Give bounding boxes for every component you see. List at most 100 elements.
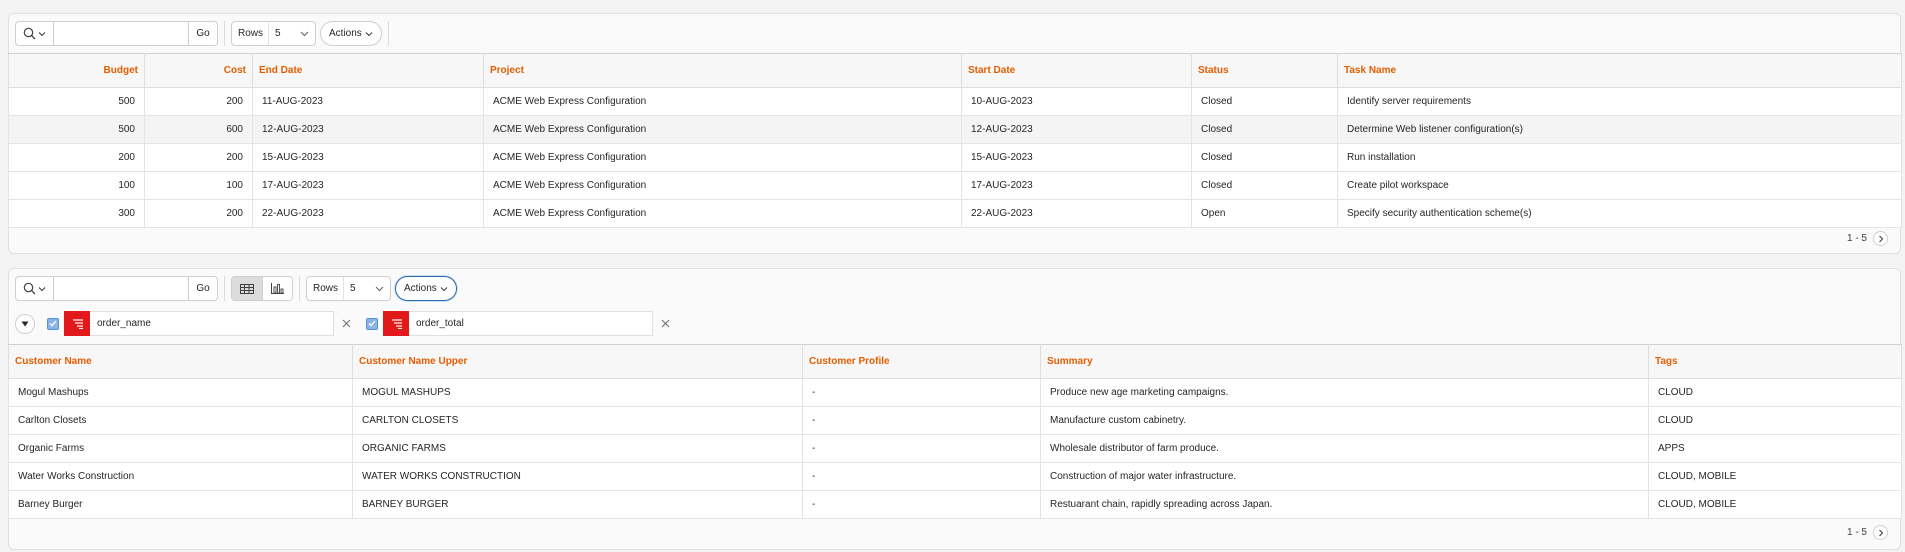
filter-badge <box>64 311 90 336</box>
tasks-report-region: Go Rows 5 Actions Budget Cost End Date P… <box>8 13 1902 254</box>
search-input[interactable] <box>53 276 189 301</box>
rows-select[interactable]: 5 <box>268 22 315 45</box>
column-header-customer-name[interactable]: Customer Name <box>8 344 353 379</box>
table-row: 500 200 11-AUG-2023 ACME Web Express Con… <box>8 87 1902 116</box>
grid-view-button[interactable] <box>232 277 262 300</box>
table-row: Barney Burger BARNEY BURGER - Restuarant… <box>8 490 1902 519</box>
cell-cost: 600 <box>144 115 253 144</box>
next-page-button[interactable] <box>1873 525 1888 540</box>
go-button[interactable]: Go <box>189 276 218 301</box>
chevron-down-icon <box>365 31 373 36</box>
cell-project: ACME Web Express Configuration <box>483 143 962 172</box>
column-header-customer-name-upper[interactable]: Customer Name Upper <box>352 344 803 379</box>
chevron-down-icon <box>38 31 46 36</box>
cell-end-date: 12-AUG-2023 <box>252 115 484 144</box>
chevron-down-icon <box>375 286 384 291</box>
cell-end-date: 15-AUG-2023 <box>252 143 484 172</box>
cell-customer-name: Organic Farms <box>8 434 353 463</box>
cell-customer-name: Barney Burger <box>8 490 353 519</box>
filter-enable-checkbox[interactable] <box>366 317 378 330</box>
column-header-end-date[interactable]: End Date <box>252 53 484 88</box>
column-header-start-date[interactable]: Start Date <box>961 53 1192 88</box>
cell-customer-name-upper: ORGANIC FARMS <box>352 434 803 463</box>
chevron-right-icon <box>1878 529 1883 536</box>
column-header-task-name[interactable]: Task Name <box>1337 53 1902 88</box>
column-header-summary[interactable]: Summary <box>1040 344 1649 379</box>
cell-budget: 500 <box>8 115 145 144</box>
cell-start-date: 12-AUG-2023 <box>961 115 1192 144</box>
column-header-project[interactable]: Project <box>483 53 962 88</box>
actions-menu-button[interactable]: Actions <box>320 21 382 46</box>
cell-task-name: Create pilot workspace <box>1337 171 1902 200</box>
column-header-status[interactable]: Status <box>1191 53 1338 88</box>
chevron-right-icon <box>1878 235 1883 242</box>
cell-tags: CLOUD, MOBILE <box>1648 490 1902 519</box>
cell-customer-profile: - <box>802 434 1041 463</box>
cell-project: ACME Web Express Configuration <box>483 199 962 228</box>
cell-project: ACME Web Express Configuration <box>483 171 962 200</box>
table-row: Water Works Construction WATER WORKS CON… <box>8 462 1902 491</box>
chart-view-button[interactable] <box>262 277 292 300</box>
cell-status: Open <box>1191 199 1338 228</box>
search-icon <box>23 27 36 40</box>
cell-tags: CLOUD, MOBILE <box>1648 462 1902 491</box>
cell-summary: Produce new age marketing campaigns. <box>1040 378 1649 407</box>
remove-filter-button[interactable] <box>338 316 354 332</box>
pagination-range: 1 - 5 <box>1846 527 1867 538</box>
filter-label[interactable]: order_total <box>409 311 653 336</box>
rows-select[interactable]: 5 <box>343 277 390 300</box>
cell-summary: Manufacture custom cabinetry. <box>1040 406 1649 435</box>
column-header-customer-profile[interactable]: Customer Profile <box>802 344 1041 379</box>
rows-value: 5 <box>350 283 356 294</box>
toolbar-divider <box>387 21 389 46</box>
cell-start-date: 17-AUG-2023 <box>961 171 1192 200</box>
cell-customer-name-upper: MOGUL MASHUPS <box>352 378 803 407</box>
cell-summary: Restuarant chain, rapidly spreading acro… <box>1040 490 1649 519</box>
search-column-button[interactable] <box>15 21 53 46</box>
rows-per-page: Rows 5 <box>231 21 317 46</box>
cell-start-date: 22-AUG-2023 <box>961 199 1192 228</box>
grid-view-icon <box>240 283 254 294</box>
collapse-filters-button[interactable] <box>15 313 35 334</box>
actions-menu-button[interactable]: Actions <box>395 276 457 301</box>
cell-budget: 200 <box>8 143 145 172</box>
column-header-budget[interactable]: Budget <box>8 53 145 88</box>
report-toolbar: Go Rows 5 Actions <box>9 269 1900 308</box>
rows-label: Rows <box>313 283 339 294</box>
table-row: 200 200 15-AUG-2023 ACME Web Express Con… <box>8 143 1902 172</box>
cell-end-date: 17-AUG-2023 <box>252 171 484 200</box>
cell-start-date: 15-AUG-2023 <box>961 143 1192 172</box>
next-page-button[interactable] <box>1873 231 1888 246</box>
search-input[interactable] <box>53 21 189 46</box>
cell-status: Closed <box>1191 143 1338 172</box>
toolbar-divider <box>299 276 300 301</box>
search-icon <box>23 282 36 295</box>
filter-label[interactable]: order_name <box>90 311 334 336</box>
cell-customer-name-upper: BARNEY BURGER <box>352 490 803 519</box>
chevron-down-icon <box>300 31 309 36</box>
rows-per-page: Rows 5 <box>306 276 392 301</box>
cell-status: Closed <box>1191 171 1338 200</box>
customers-report-region: Go Rows 5 Actions order_name order_total… <box>8 268 1902 550</box>
cell-customer-name: Water Works Construction <box>8 462 353 491</box>
cell-budget: 500 <box>8 87 145 116</box>
chart-view-icon <box>271 283 284 294</box>
filter-lines-icon <box>73 318 83 329</box>
remove-filter-button[interactable] <box>657 316 673 332</box>
column-header-tags[interactable]: Tags <box>1648 344 1902 379</box>
go-button[interactable]: Go <box>189 21 218 46</box>
close-icon <box>661 319 669 328</box>
cell-tags: CLOUD <box>1648 406 1902 435</box>
filter-enable-checkbox[interactable] <box>47 317 59 330</box>
search-column-button[interactable] <box>15 276 53 301</box>
column-header-cost[interactable]: Cost <box>144 53 253 88</box>
cell-task-name: Determine Web listener configuration(s) <box>1337 115 1902 144</box>
cell-task-name: Identify server requirements <box>1337 87 1902 116</box>
pagination: 1 - 5 <box>1847 231 1888 246</box>
cell-budget: 100 <box>8 171 145 200</box>
cell-customer-profile: - <box>802 490 1041 519</box>
filter-order-name: order_name <box>47 311 354 336</box>
filter-text: order_total <box>416 318 464 329</box>
rows-label: Rows <box>238 28 264 39</box>
checkmark-icon <box>49 320 57 327</box>
